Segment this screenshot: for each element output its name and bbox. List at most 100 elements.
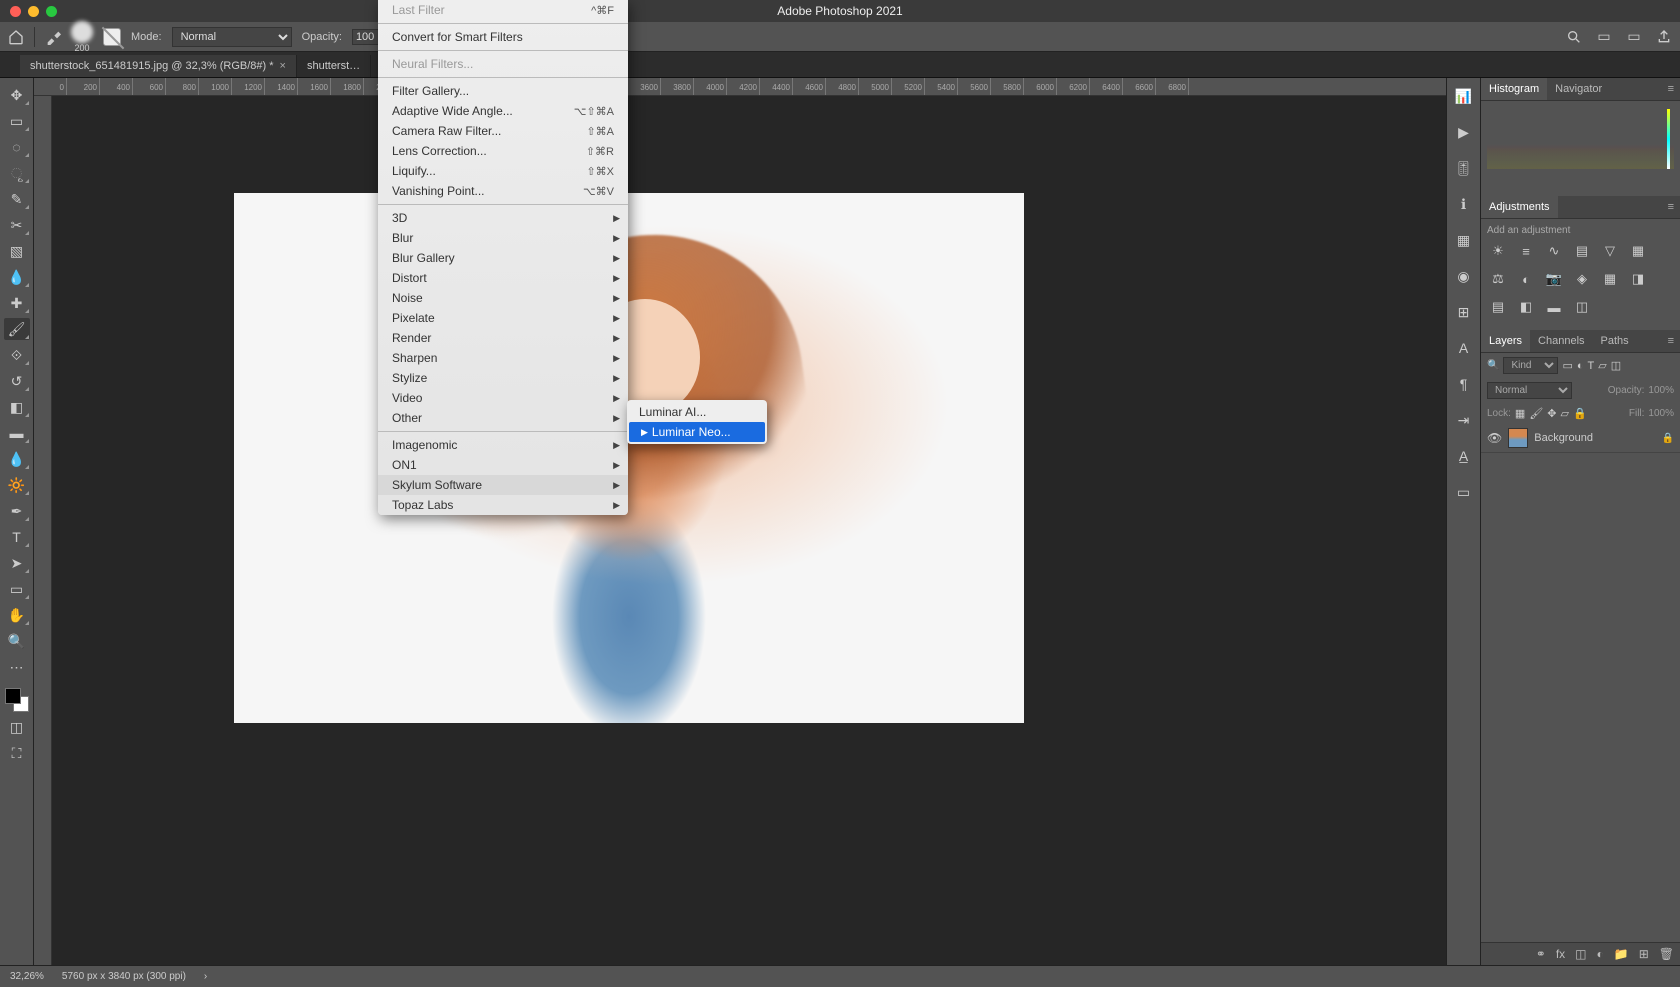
character-style-icon[interactable]: A̲ bbox=[1454, 446, 1474, 466]
filter-menu-item[interactable]: Filter Gallery... bbox=[378, 81, 628, 101]
share-icon[interactable] bbox=[1656, 29, 1672, 45]
zoom-tool[interactable]: 🔍 bbox=[4, 630, 30, 652]
filter-adjust-icon[interactable]: ◐ bbox=[1577, 360, 1584, 372]
lasso-tool[interactable]: ୄ bbox=[4, 162, 30, 184]
crop-tool[interactable]: ✂ bbox=[4, 214, 30, 236]
swatches-icon[interactable]: ▦ bbox=[1454, 230, 1474, 250]
invert-icon[interactable]: ◨ bbox=[1629, 270, 1647, 288]
panel-menu-icon[interactable]: ≡ bbox=[1662, 196, 1680, 218]
document-canvas[interactable] bbox=[234, 193, 1024, 723]
zoom-level[interactable]: 32,26% bbox=[10, 971, 44, 982]
histogram-icon[interactable]: 📊 bbox=[1454, 86, 1474, 106]
foreground-color-swatch[interactable] bbox=[5, 688, 21, 704]
play-icon[interactable]: ▶ bbox=[1454, 122, 1474, 142]
filter-menu-item[interactable]: Other▶ bbox=[378, 408, 628, 428]
visibility-toggle-icon[interactable]: 👁 bbox=[1487, 431, 1502, 445]
status-arrow-icon[interactable]: › bbox=[204, 971, 207, 982]
filter-menu-item[interactable]: Lens Correction...⇧⌘R bbox=[378, 141, 628, 161]
tab-layers[interactable]: Layers bbox=[1481, 330, 1530, 352]
document-tab[interactable]: shutterstock_651481915.jpg @ 32,3% (RGB/… bbox=[20, 55, 297, 77]
fill-value[interactable]: 100% bbox=[1648, 408, 1674, 419]
levels-icon[interactable]: ≡ bbox=[1517, 242, 1535, 260]
blend-mode-select[interactable]: Normal bbox=[172, 27, 292, 47]
filter-type-icon[interactable]: T bbox=[1588, 360, 1595, 372]
new-group-icon[interactable]: 📁 bbox=[1614, 947, 1629, 961]
close-window-button[interactable] bbox=[10, 6, 21, 17]
document-info[interactable]: 5760 px x 3840 px (300 ppi) bbox=[62, 971, 186, 982]
glyph-icon[interactable]: ⇥ bbox=[1454, 410, 1474, 430]
filter-smart-icon[interactable]: ◫ bbox=[1611, 359, 1621, 372]
filter-menu-item[interactable]: Imagenomic▶ bbox=[378, 435, 628, 455]
home-icon[interactable] bbox=[8, 29, 24, 45]
healing-tool[interactable]: ✚ bbox=[4, 292, 30, 314]
edit-toolbar[interactable]: ⋯ bbox=[4, 656, 30, 678]
filter-menu-item[interactable]: Render▶ bbox=[378, 328, 628, 348]
lock-transparent-icon[interactable]: ▦ bbox=[1515, 407, 1525, 420]
filter-shape-icon[interactable]: ▱ bbox=[1598, 359, 1606, 372]
dodge-tool[interactable]: 🔆 bbox=[4, 474, 30, 496]
hue-icon[interactable]: ▦ bbox=[1629, 242, 1647, 260]
filter-menu-item[interactable]: Noise▶ bbox=[378, 288, 628, 308]
layer-opacity-value[interactable]: 100% bbox=[1648, 385, 1674, 396]
filter-menu-item[interactable]: Distort▶ bbox=[378, 268, 628, 288]
properties-icon[interactable]: ⊞ bbox=[1454, 302, 1474, 322]
panel-menu-icon[interactable]: ≡ bbox=[1662, 78, 1680, 100]
brush-panel-toggle-icon[interactable] bbox=[103, 28, 121, 46]
move-tool[interactable]: ✥ bbox=[4, 84, 30, 106]
add-mask-icon[interactable]: ◫ bbox=[1575, 947, 1586, 961]
filter-menu-item[interactable]: Skylum Software▶ bbox=[378, 475, 628, 495]
submenu-item[interactable]: Luminar AI... bbox=[627, 402, 767, 422]
filter-menu-item[interactable]: Stylize▶ bbox=[378, 368, 628, 388]
rectangle-tool[interactable]: ▭ bbox=[4, 578, 30, 600]
new-layer-icon[interactable]: ⊞ bbox=[1639, 947, 1649, 961]
lock-icon[interactable]: 🔒 bbox=[1662, 433, 1674, 444]
exposure-icon[interactable]: ▤ bbox=[1573, 242, 1591, 260]
submenu-item[interactable]: ▶Luminar Neo... bbox=[629, 422, 765, 442]
canvas-area[interactable]: 0200400600800100012001400160018002000220… bbox=[34, 78, 1446, 965]
layer-name[interactable]: Background bbox=[1534, 432, 1593, 444]
sliders-icon[interactable]: 🎚 bbox=[1454, 158, 1474, 178]
frame-tool[interactable]: ▧ bbox=[4, 240, 30, 262]
marquee-tool[interactable]: ◌ bbox=[4, 136, 30, 158]
lock-all-icon[interactable]: 🔒 bbox=[1573, 407, 1587, 420]
blend-mode-select[interactable]: Normal bbox=[1487, 382, 1572, 399]
link-layers-icon[interactable]: ⚭ bbox=[1536, 947, 1546, 961]
selective-color-icon[interactable]: ◫ bbox=[1573, 298, 1591, 316]
arrange-icon[interactable]: ▭ bbox=[1626, 29, 1642, 45]
globe-icon[interactable]: ◉ bbox=[1454, 266, 1474, 286]
filter-menu-item[interactable]: Adaptive Wide Angle...⌥⇧⌘A bbox=[378, 101, 628, 121]
filter-menu-item[interactable]: 3D▶ bbox=[378, 208, 628, 228]
bw-icon[interactable]: ◐ bbox=[1517, 270, 1535, 288]
pen-tool[interactable]: ✒ bbox=[4, 500, 30, 522]
filter-menu-item[interactable]: Blur▶ bbox=[378, 228, 628, 248]
posterize-icon[interactable]: ▤ bbox=[1489, 298, 1507, 316]
clone-tool[interactable]: ⟐ bbox=[4, 344, 30, 366]
document-tab[interactable]: shutterst… bbox=[297, 55, 371, 77]
brush-tool[interactable]: 🖌 bbox=[4, 318, 30, 340]
gradient-map-icon[interactable]: ▬ bbox=[1545, 298, 1563, 316]
lock-image-icon[interactable]: 🖌 bbox=[1529, 407, 1543, 420]
vibrance-icon[interactable]: ▽ bbox=[1601, 242, 1619, 260]
panel-icon[interactable]: ▭ bbox=[1454, 482, 1474, 502]
threshold-icon[interactable]: ◧ bbox=[1517, 298, 1535, 316]
history-brush-tool[interactable]: ↺ bbox=[4, 370, 30, 392]
filter-menu-item[interactable]: Sharpen▶ bbox=[378, 348, 628, 368]
filter-menu-item[interactable]: Video▶ bbox=[378, 388, 628, 408]
channel-mixer-icon[interactable]: ◈ bbox=[1573, 270, 1591, 288]
lut-icon[interactable]: ▦ bbox=[1601, 270, 1619, 288]
path-select-tool[interactable]: ➤ bbox=[4, 552, 30, 574]
blur-tool[interactable]: 💧 bbox=[4, 448, 30, 470]
layer-filter-select[interactable]: Kind bbox=[1503, 357, 1558, 374]
filter-menu-item[interactable]: Liquify...⇧⌘X bbox=[378, 161, 628, 181]
brush-preview[interactable]: 200 bbox=[71, 21, 93, 53]
quick-mask-toggle[interactable]: ◫ bbox=[4, 716, 30, 738]
filter-menu-item[interactable]: Pixelate▶ bbox=[378, 308, 628, 328]
lock-position-icon[interactable]: ✥ bbox=[1547, 407, 1556, 420]
minimize-window-button[interactable] bbox=[28, 6, 39, 17]
filter-image-icon[interactable]: ▭ bbox=[1562, 359, 1572, 372]
delete-layer-icon[interactable]: 🗑 bbox=[1659, 947, 1674, 961]
paragraph-icon[interactable]: ¶ bbox=[1454, 374, 1474, 394]
filter-menu-dropdown[interactable]: Last Filter^⌘FConvert for Smart FiltersN… bbox=[378, 0, 628, 515]
filter-menu-item[interactable]: Topaz Labs▶ bbox=[378, 495, 628, 515]
eyedropper-tool[interactable]: 💧 bbox=[4, 266, 30, 288]
